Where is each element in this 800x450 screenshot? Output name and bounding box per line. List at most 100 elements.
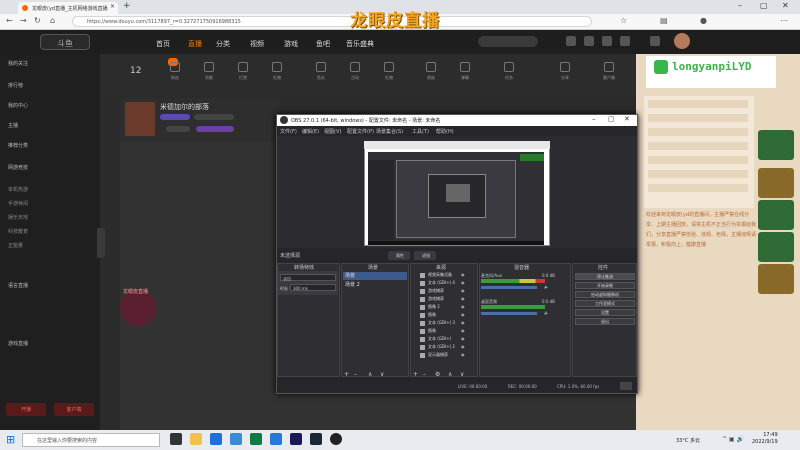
browser-tab[interactable]: 龙眼皮(yd直播_主机网络游戏直播 × (18, 2, 118, 14)
func-item[interactable]: 贡献 (194, 62, 224, 81)
source-settings-icon[interactable]: ⚙ (435, 371, 440, 378)
browser-icon[interactable] (270, 433, 282, 445)
fan-badge[interactable] (758, 264, 794, 294)
obs-menu-scene-collection[interactable]: 场景集合(S) (376, 128, 403, 135)
windows-start-icon[interactable]: ⊞ (6, 433, 15, 446)
rank-row[interactable] (648, 170, 748, 178)
eye-icon[interactable]: ◉ (461, 296, 465, 301)
fan-badge[interactable] (758, 130, 794, 160)
rank-row[interactable] (648, 142, 748, 150)
source-item[interactable]: 文本 (GDI+) (420, 336, 451, 343)
eye-icon[interactable]: ◉ (461, 352, 465, 357)
url-input[interactable]: https://www.douyu.com/3117897_r=0.327271… (72, 16, 592, 27)
source-item[interactable]: 文本 (GDI+) 2 (420, 344, 455, 351)
nav-music[interactable]: 音乐盛典 (346, 39, 374, 49)
remove-scene-icon[interactable]: – (354, 371, 357, 378)
store-icon[interactable] (230, 433, 242, 445)
nav-live[interactable]: 直播 (188, 39, 202, 49)
obs-menu-edit[interactable]: 编辑(E) (302, 128, 319, 135)
properties-button[interactable]: 属性 (388, 251, 410, 260)
source-item[interactable]: 文本 (GDI+) 4 (420, 280, 455, 287)
user-avatar[interactable] (674, 33, 690, 49)
move-down-icon[interactable]: ∨ (380, 371, 384, 378)
eye-icon[interactable]: ◉ (461, 328, 465, 333)
sidebar-item-follow[interactable]: 我的关注 (8, 60, 28, 67)
move-up-icon[interactable]: ∧ (368, 371, 372, 378)
sidebar-item-rank[interactable]: 排行榜 (8, 82, 23, 89)
broadcast-icon[interactable] (620, 36, 630, 46)
source-up-icon[interactable]: ∧ (448, 371, 452, 378)
studio-mode-button[interactable]: 工作室模式 (575, 300, 635, 307)
steam-icon[interactable] (310, 433, 322, 445)
source-item[interactable]: 图像 (420, 312, 436, 319)
back-icon[interactable]: ← (6, 16, 13, 25)
sidebar-item-voice[interactable]: 语言直播 (8, 282, 28, 289)
add-source-icon[interactable]: + (413, 371, 418, 378)
obs-minimize-icon[interactable]: – (592, 115, 596, 123)
eye-icon[interactable]: ◉ (461, 336, 465, 341)
collections-icon[interactable]: ▤ (660, 16, 668, 25)
source-item[interactable]: 文本 (GDI+) 3 (420, 320, 455, 327)
duration-input[interactable]: 300 ms (290, 284, 336, 291)
settings-button[interactable]: 设置 (575, 309, 635, 316)
file-explorer-icon[interactable] (190, 433, 202, 445)
media-icon[interactable] (290, 433, 302, 445)
func-item[interactable]: 客户端 (594, 62, 624, 81)
sidebar-item-recommend[interactable]: 推荐分类 (8, 142, 28, 149)
history-icon[interactable] (584, 36, 594, 46)
func-item[interactable]: 礼物 (262, 62, 292, 81)
source-item[interactable]: 游戏捕获 (420, 288, 444, 295)
transition-select[interactable]: 淡出 (280, 274, 336, 281)
sidebar-item-ent[interactable]: 娱乐天地 (8, 214, 28, 221)
recharge-icon[interactable] (650, 36, 660, 46)
sidebar-item-single[interactable]: 单机热游 (8, 186, 28, 193)
func-item[interactable]: 贵族 (416, 62, 446, 81)
anchor-avatar[interactable] (125, 102, 155, 136)
source-item[interactable]: 显示器捕获 (420, 352, 448, 359)
follow-icon[interactable] (566, 36, 576, 46)
edge-icon[interactable] (250, 433, 262, 445)
func-item[interactable]: 礼物 (374, 62, 404, 81)
func-item[interactable]: 鱼丸 (306, 62, 336, 81)
obs-maximize-icon[interactable]: ▢ (608, 115, 615, 123)
download-icon[interactable] (602, 36, 612, 46)
fan-badge[interactable] (758, 168, 794, 198)
exit-button[interactable]: 退出 (575, 318, 635, 325)
sidebar-item-anchor[interactable]: 主播 (8, 122, 18, 129)
weather-widget[interactable]: 33°C 多云 (676, 437, 700, 444)
site-logo[interactable]: 斗鱼 (40, 34, 90, 50)
volume-slider[interactable] (481, 312, 537, 315)
rank-row[interactable] (648, 100, 748, 108)
system-tray-icons[interactable]: ^ ▣ 🔊 (722, 436, 744, 443)
forward-icon[interactable]: → (20, 16, 27, 25)
sidebar-client-button[interactable]: 客户端 (54, 403, 94, 416)
eye-icon[interactable]: ◉ (461, 272, 465, 277)
rank-row[interactable] (648, 156, 748, 164)
sidebar-item-center[interactable]: 我的中心 (8, 102, 28, 109)
site-search-input[interactable] (478, 36, 538, 47)
eye-icon[interactable]: ◉ (461, 344, 465, 349)
nav-category[interactable]: 分类 (216, 39, 230, 49)
rank-row[interactable] (648, 128, 748, 136)
eye-icon[interactable]: ◉ (461, 288, 465, 293)
obs-menu-tools[interactable]: 工具(T) (412, 128, 429, 135)
func-item[interactable]: 分享 (550, 62, 580, 81)
home-icon[interactable]: ⌂ (50, 16, 55, 25)
sidebar-broadcast-button[interactable]: 开播 (6, 403, 46, 416)
rank-row[interactable] (648, 184, 748, 192)
source-item[interactable]: 图像 (420, 328, 436, 335)
tab-close-icon[interactable]: × (110, 3, 115, 10)
sidebar-item-online[interactable]: 网游竞技 (8, 164, 28, 171)
func-item[interactable]: 弹幕 (450, 62, 480, 81)
volume-slider[interactable] (481, 286, 537, 289)
rank-row[interactable] (648, 114, 748, 122)
scene-item[interactable]: 场景 (343, 272, 407, 280)
obs-menu-help[interactable]: 帮助(H) (436, 128, 454, 135)
speaker-icon[interactable]: 🔈 (544, 310, 549, 315)
nav-game[interactable]: 游戏 (284, 39, 298, 49)
fan-badge[interactable] (758, 232, 794, 262)
start-recording-button[interactable]: 开始录制 (575, 282, 635, 289)
eye-icon[interactable]: ◉ (461, 320, 465, 325)
filters-button[interactable]: 滤镜 (414, 251, 436, 260)
sidebar-collapse-handle[interactable] (97, 228, 105, 258)
